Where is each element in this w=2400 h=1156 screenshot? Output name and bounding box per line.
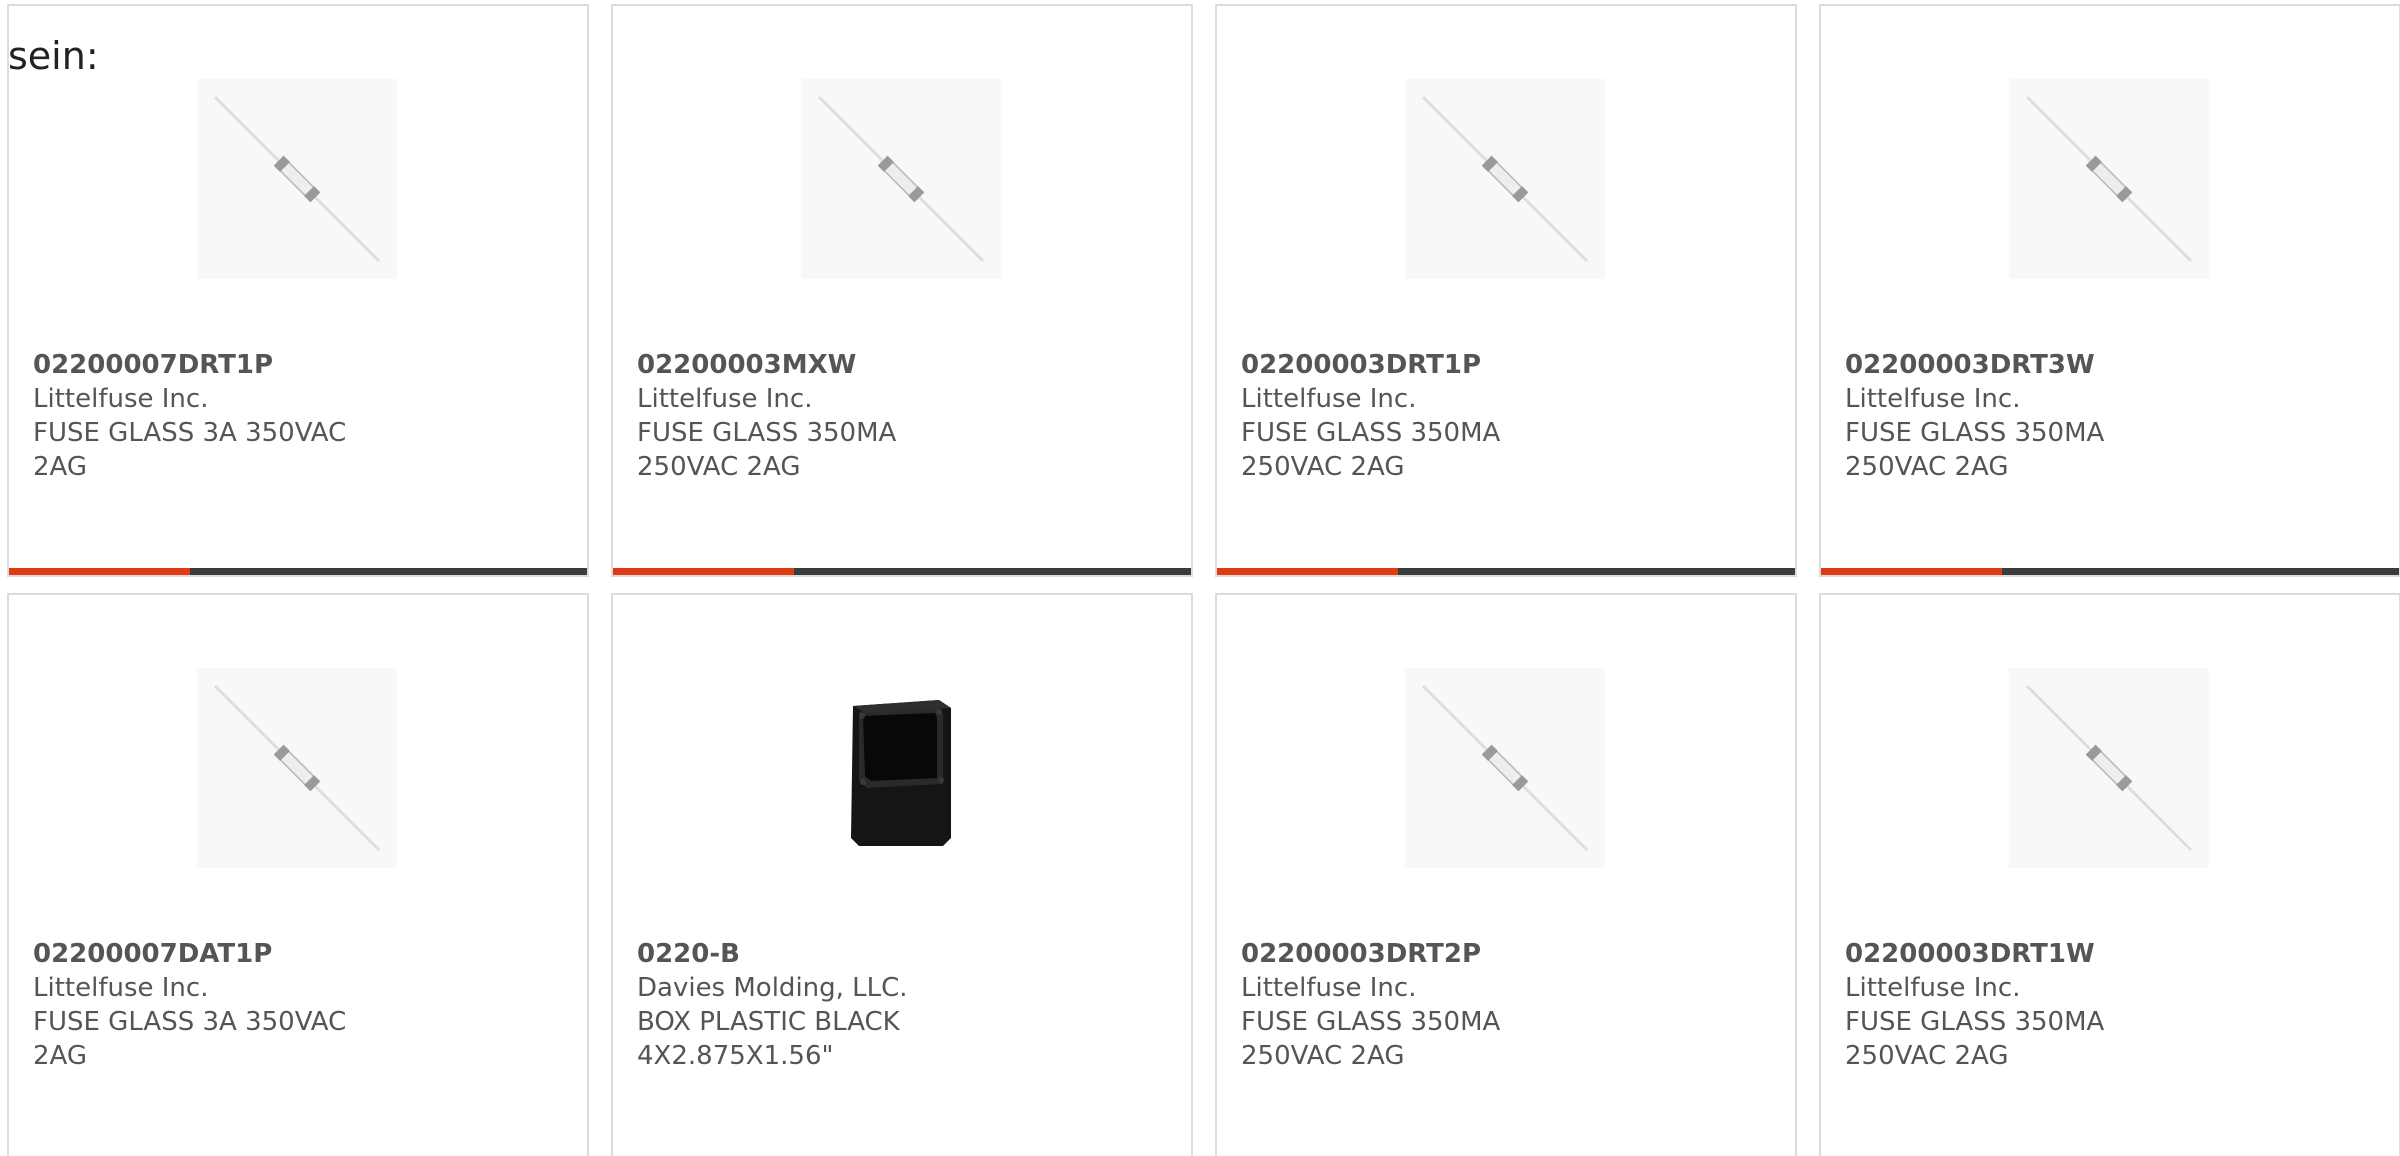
manufacturer-label: Littelfuse Inc. <box>1241 384 1417 414</box>
accent-strip <box>1821 568 2002 575</box>
part-number-link[interactable]: 0220-B <box>637 937 1171 971</box>
product-card[interactable]: 0220-B Davies Molding, LLC. BOX PLASTIC … <box>611 593 1193 1156</box>
description-label: BOX PLASTIC BLACK 4X2.875X1.56" <box>637 1007 900 1071</box>
part-number-link[interactable]: 02200003DRT1P <box>1241 348 1775 382</box>
description-label: FUSE GLASS 3A 350VAC 2AG <box>33 418 347 482</box>
card-footer-bar <box>9 568 587 575</box>
product-card[interactable]: 02200003DRT2P Littelfuse Inc. FUSE GLASS… <box>1215 593 1797 1156</box>
manufacturer-label: Littelfuse Inc. <box>1845 973 2021 1003</box>
accent-strip <box>9 568 190 575</box>
lead-text: sein: <box>8 34 99 78</box>
glass-fuse-image[interactable] <box>2009 79 2209 279</box>
part-number-link[interactable]: 02200003MXW <box>637 348 1171 382</box>
glass-fuse-image[interactable] <box>1405 668 1605 868</box>
part-number-link[interactable]: 02200007DRT1P <box>33 348 567 382</box>
glass-fuse-icon <box>817 95 985 263</box>
card-footer-bar <box>613 568 1191 575</box>
card-footer-bar <box>1217 568 1795 575</box>
part-number-link[interactable]: 02200003DRT2P <box>1241 937 1775 971</box>
glass-fuse-icon <box>2025 684 2193 852</box>
product-card[interactable]: 02200003DRT1W Littelfuse Inc. FUSE GLASS… <box>1819 593 2400 1156</box>
manufacturer-label: Littelfuse Inc. <box>33 384 209 414</box>
product-card[interactable]: 02200007DAT1P Littelfuse Inc. FUSE GLASS… <box>7 593 589 1156</box>
description-label: FUSE GLASS 350MA 250VAC 2AG <box>1845 1007 2105 1071</box>
plastic-box-icon <box>851 700 951 846</box>
glass-fuse-icon <box>1421 684 1589 852</box>
product-card[interactable]: 02200007DRT1P Littelfuse Inc. FUSE GLASS… <box>7 4 589 577</box>
part-number-link[interactable]: 02200003DRT1W <box>1845 937 2379 971</box>
manufacturer-label: Littelfuse Inc. <box>33 973 209 1003</box>
card-footer-bar <box>1821 568 2399 575</box>
description-label: FUSE GLASS 350MA 250VAC 2AG <box>637 418 897 482</box>
description-label: FUSE GLASS 3A 350VAC 2AG <box>33 1007 347 1071</box>
accent-strip <box>613 568 794 575</box>
manufacturer-label: Davies Molding, LLC. <box>637 973 908 1003</box>
description-label: FUSE GLASS 350MA 250VAC 2AG <box>1845 418 2105 482</box>
glass-fuse-icon <box>213 95 381 263</box>
glass-fuse-icon <box>2025 95 2193 263</box>
glass-fuse-image[interactable] <box>2009 668 2209 868</box>
part-number-link[interactable]: 02200003DRT3W <box>1845 348 2379 382</box>
part-number-link[interactable]: 02200007DAT1P <box>33 937 567 971</box>
product-card[interactable]: 02200003DRT1P Littelfuse Inc. FUSE GLASS… <box>1215 4 1797 577</box>
accent-strip <box>1217 568 1398 575</box>
glass-fuse-icon <box>213 684 381 852</box>
glass-fuse-image[interactable] <box>197 79 397 279</box>
glass-fuse-icon <box>1421 95 1589 263</box>
description-label: FUSE GLASS 350MA 250VAC 2AG <box>1241 1007 1501 1071</box>
glass-fuse-image[interactable] <box>1405 79 1605 279</box>
product-card[interactable]: 02200003DRT3W Littelfuse Inc. FUSE GLASS… <box>1819 4 2400 577</box>
glass-fuse-image[interactable] <box>197 668 397 868</box>
glass-fuse-image[interactable] <box>801 79 1001 279</box>
manufacturer-label: Littelfuse Inc. <box>1241 973 1417 1003</box>
manufacturer-label: Littelfuse Inc. <box>1845 384 2021 414</box>
product-card[interactable]: 02200003MXW Littelfuse Inc. FUSE GLASS 3… <box>611 4 1193 577</box>
manufacturer-label: Littelfuse Inc. <box>637 384 813 414</box>
plastic-box-image[interactable] <box>801 668 1001 868</box>
description-label: FUSE GLASS 350MA 250VAC 2AG <box>1241 418 1501 482</box>
